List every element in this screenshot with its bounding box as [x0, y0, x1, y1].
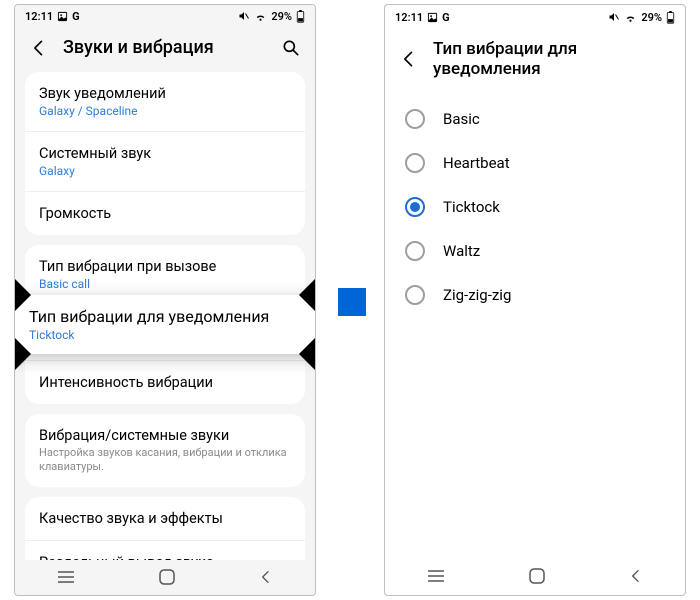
- status-time: 12:11: [395, 12, 423, 23]
- list-item[interactable]: Громкость: [25, 191, 305, 235]
- image-icon: [57, 11, 68, 22]
- battery-icon: [296, 10, 305, 23]
- status-time: 12:11: [25, 11, 53, 22]
- android-navbar: [385, 557, 685, 595]
- settings-card: Звук уведомлений Galaxy / Spaceline Сист…: [25, 72, 305, 235]
- radio-icon[interactable]: [405, 153, 425, 173]
- list-item[interactable]: Качество звука и эффекты: [25, 497, 305, 540]
- page-title-left: Звуки и вибрация: [63, 37, 267, 58]
- callout-wedge: [14, 332, 31, 376]
- nav-home-icon[interactable]: [528, 567, 546, 585]
- g-icon: G: [442, 12, 450, 23]
- nav-home-icon[interactable]: [158, 568, 176, 586]
- callout-wedge: [14, 273, 31, 317]
- battery-text: 29%: [641, 12, 662, 23]
- phone-left: 12:11 G 29% Звуки и вибрация: [14, 4, 316, 596]
- radio-icon[interactable]: [405, 109, 425, 129]
- radio-label: Waltz: [443, 242, 480, 260]
- radio-label: Basic: [443, 110, 480, 128]
- radio-option[interactable]: Ticktock: [385, 185, 685, 229]
- android-navbar: [15, 560, 315, 596]
- nav-recent-icon[interactable]: [56, 570, 76, 584]
- battery-text: 29%: [271, 11, 292, 22]
- callout-wedge: [299, 332, 316, 376]
- settings-card: Вибрация/системные звуки Настройка звуко…: [25, 414, 305, 487]
- battery-icon: [666, 11, 675, 24]
- radio-icon[interactable]: [405, 197, 425, 217]
- radio-label: Heartbeat: [443, 154, 510, 172]
- radio-icon[interactable]: [405, 241, 425, 261]
- nav-back-icon[interactable]: [258, 569, 274, 585]
- list-item[interactable]: Звук уведомлений Galaxy / Spaceline: [25, 72, 305, 131]
- radio-label: Zig-zig-zig: [443, 286, 511, 304]
- back-icon[interactable]: [29, 38, 49, 58]
- back-icon[interactable]: [399, 49, 419, 69]
- mute-icon: [608, 11, 620, 23]
- page-title-right: Тип вибрации для уведомления: [433, 39, 671, 79]
- g-icon: G: [72, 11, 80, 22]
- list-item[interactable]: Интенсивность вибрации: [25, 360, 305, 404]
- mute-icon: [238, 10, 250, 22]
- header-right: Тип вибрации для уведомления: [385, 29, 685, 93]
- settings-card: Качество звука и эффекты Раздельный выво…: [25, 497, 305, 560]
- status-bar: 12:11 G 29%: [385, 5, 685, 29]
- callout-wedge: [299, 273, 316, 317]
- radio-option[interactable]: Basic: [385, 97, 685, 141]
- arrow-right-icon: [338, 288, 366, 316]
- status-bar: 12:11 G 29%: [15, 5, 315, 27]
- radio-list: Basic Heartbeat Ticktock Waltz Zig-zig-zig: [385, 93, 685, 321]
- radio-label: Ticktock: [443, 198, 500, 216]
- list-item[interactable]: Раздельный вывод звука: [25, 540, 305, 560]
- list-item[interactable]: Системный звук Galaxy: [25, 131, 305, 191]
- nav-recent-icon[interactable]: [426, 569, 446, 583]
- wifi-icon: [254, 10, 267, 23]
- wifi-icon: [624, 11, 637, 24]
- search-icon[interactable]: [281, 38, 301, 58]
- highlighted-item[interactable]: Тип вибрации для уведомления Ticktock: [14, 295, 316, 354]
- header-left: Звуки и вибрация: [15, 27, 315, 72]
- radio-option[interactable]: Heartbeat: [385, 141, 685, 185]
- list-item[interactable]: Вибрация/системные звуки Настройка звуко…: [25, 414, 305, 487]
- radio-option[interactable]: Zig-zig-zig: [385, 273, 685, 317]
- radio-option[interactable]: Waltz: [385, 229, 685, 273]
- phone-right: 12:11 G 29% Тип вибрации для уведомления…: [384, 4, 686, 596]
- image-icon: [427, 12, 438, 23]
- radio-icon[interactable]: [405, 285, 425, 305]
- nav-back-icon[interactable]: [628, 568, 644, 584]
